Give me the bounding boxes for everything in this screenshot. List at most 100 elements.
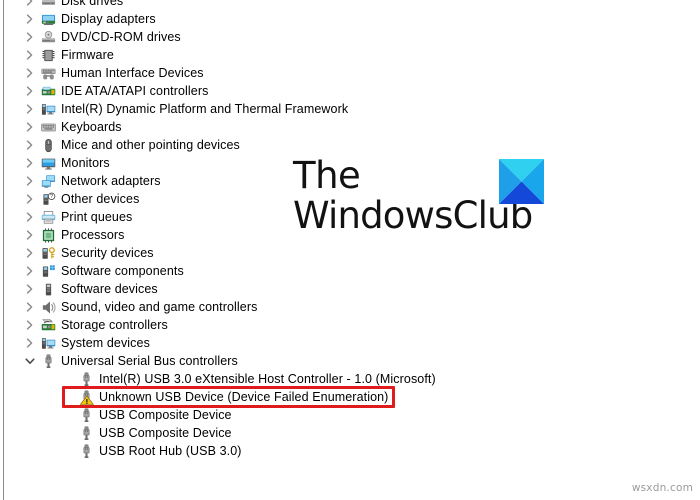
chevron-right-icon[interactable] [22, 226, 38, 244]
device-tree-row[interactable]: Intel(R) Dynamic Platform and Thermal Fr… [0, 100, 700, 118]
speaker-icon [38, 298, 58, 316]
device-tree-row[interactable]: Storage controllers [0, 316, 700, 334]
device-tree-row[interactable]: Human Interface Devices [0, 64, 700, 82]
device-tree-row[interactable]: Software components [0, 262, 700, 280]
device-name-label: Sound, video and game controllers [61, 300, 258, 314]
usb-icon [76, 424, 96, 442]
usb-icon [38, 352, 58, 370]
device-tree-row[interactable]: Universal Serial Bus controllers [0, 352, 700, 370]
device-name-label: Processors [61, 228, 125, 242]
chevron-right-icon[interactable] [22, 262, 38, 280]
device-tree-row[interactable]: Keyboards [0, 118, 700, 136]
processor-icon [38, 226, 58, 244]
site-watermark: wsxdn.com [631, 482, 693, 494]
chevron-right-icon[interactable] [22, 100, 38, 118]
device-name-label: Storage controllers [61, 318, 168, 332]
device-name-label: Monitors [61, 156, 110, 170]
device-tree-row[interactable]: System devices [0, 334, 700, 352]
device-tree-row[interactable]: Intel(R) USB 3.0 eXtensible Host Control… [0, 370, 700, 388]
device-name-label: Software devices [61, 282, 158, 296]
chevron-right-icon[interactable] [22, 136, 38, 154]
device-tree-row[interactable]: IDE ATA/ATAPI controllers [0, 82, 700, 100]
system-device-icon [38, 100, 58, 118]
disk-drive-icon [38, 0, 58, 10]
device-tree-row[interactable]: Sound, video and game controllers [0, 298, 700, 316]
device-name-label: Intel(R) Dynamic Platform and Thermal Fr… [61, 102, 349, 116]
device-tree-row[interactable]: Security devices [0, 244, 700, 262]
network-adapter-icon [38, 172, 58, 190]
device-name-label: USB Composite Device [99, 426, 232, 440]
device-name-label: DVD/CD-ROM drives [61, 30, 181, 44]
chevron-right-icon[interactable] [22, 280, 38, 298]
chevron-right-icon[interactable] [22, 190, 38, 208]
chevron-down-icon[interactable] [22, 352, 38, 370]
device-tree-row[interactable]: Other devices [0, 190, 700, 208]
device-name-label: Mice and other pointing devices [61, 138, 240, 152]
chevron-right-icon[interactable] [22, 28, 38, 46]
device-name-label: Print queues [61, 210, 133, 224]
device-name-label: Intel(R) USB 3.0 eXtensible Host Control… [99, 372, 436, 386]
device-manager-window: Disk drives Display adapters DVD/CD-ROM dr… [0, 0, 700, 500]
chevron-right-icon[interactable] [22, 0, 38, 10]
chevron-right-icon[interactable] [22, 208, 38, 226]
software-device-icon [38, 280, 58, 298]
device-name-label: Firmware [61, 48, 114, 62]
software-component-icon [38, 262, 58, 280]
device-name-label: IDE ATA/ATAPI controllers [61, 84, 209, 98]
dvd-drive-icon [38, 28, 58, 46]
mouse-icon [38, 136, 58, 154]
chevron-right-icon[interactable] [22, 64, 38, 82]
chevron-right-icon[interactable] [22, 154, 38, 172]
ide-controller-icon [38, 82, 58, 100]
device-name-label: Network adapters [61, 174, 161, 188]
device-tree-row[interactable]: Firmware [0, 46, 700, 64]
chevron-right-icon[interactable] [22, 82, 38, 100]
chevron-right-icon[interactable] [22, 334, 38, 352]
device-tree-row[interactable]: USB Composite Device [0, 424, 700, 442]
device-name-label: Security devices [61, 246, 154, 260]
device-name-label: Other devices [61, 192, 140, 206]
usb-icon [76, 370, 96, 388]
device-tree-row[interactable]: Display adapters [0, 10, 700, 28]
chevron-right-icon[interactable] [22, 172, 38, 190]
printer-icon [38, 208, 58, 226]
device-tree-row[interactable]: Print queues [0, 208, 700, 226]
display-adapter-icon [38, 10, 58, 28]
device-tree-row[interactable]: Software devices [0, 280, 700, 298]
device-name-label: Software components [61, 264, 184, 278]
usb-icon [76, 406, 96, 424]
other-device-icon [38, 190, 58, 208]
device-tree-row[interactable]: USB Root Hub (USB 3.0) [0, 442, 700, 460]
keyboard-icon [38, 118, 58, 136]
device-tree-row[interactable]: DVD/CD-ROM drives [0, 28, 700, 46]
device-name-label: USB Composite Device [99, 408, 232, 422]
device-tree-row[interactable]: Network adapters [0, 172, 700, 190]
chevron-right-icon[interactable] [22, 46, 38, 64]
firmware-chip-icon [38, 46, 58, 64]
monitor-icon [38, 154, 58, 172]
chevron-right-icon[interactable] [22, 244, 38, 262]
device-name-label: USB Root Hub (USB 3.0) [99, 444, 242, 458]
device-tree-row[interactable]: Mice and other pointing devices [0, 136, 700, 154]
chevron-right-icon[interactable] [22, 298, 38, 316]
device-name-label: Unknown USB Device (Device Failed Enumer… [99, 390, 389, 404]
chevron-right-icon[interactable] [22, 316, 38, 334]
device-name-label: Human Interface Devices [61, 66, 204, 80]
device-name-label: System devices [61, 336, 150, 350]
device-name-label: Universal Serial Bus controllers [61, 354, 238, 368]
device-tree-row[interactable]: Processors [0, 226, 700, 244]
device-tree-row[interactable]: Unknown USB Device (Device Failed Enumer… [0, 388, 700, 406]
device-tree-row[interactable]: Monitors [0, 154, 700, 172]
security-device-icon [38, 244, 58, 262]
device-tree-row[interactable]: USB Composite Device [0, 406, 700, 424]
system-device-icon [38, 334, 58, 352]
device-tree-row[interactable]: Disk drives [0, 0, 700, 10]
device-name-label: Disk drives [61, 0, 124, 8]
chevron-right-icon[interactable] [22, 10, 38, 28]
chevron-right-icon[interactable] [22, 118, 38, 136]
device-tree[interactable]: Disk drives Display adapters DVD/CD-ROM dr… [0, 0, 700, 460]
